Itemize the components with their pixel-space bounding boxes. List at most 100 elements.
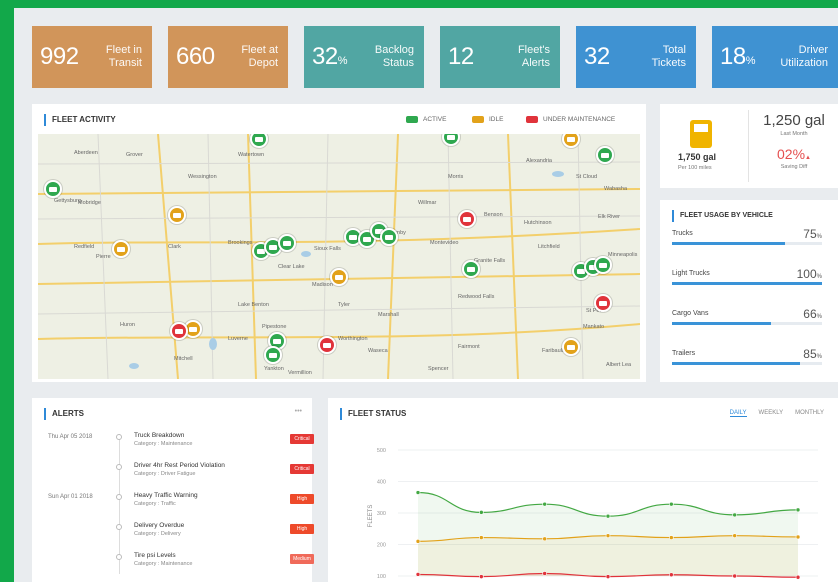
data-point[interactable] [415, 539, 421, 544]
data-point[interactable] [795, 534, 801, 540]
city-label: Mankato [583, 324, 605, 330]
city-label: Sioux Falls [314, 246, 341, 252]
kpi-value: 32 [584, 43, 610, 70]
usage-name: Trucks [672, 230, 693, 237]
data-point[interactable] [542, 536, 547, 542]
data-point[interactable] [479, 510, 484, 515]
data-point[interactable] [605, 513, 611, 519]
data-point[interactable] [795, 574, 801, 580]
city-label: Worthington [338, 336, 368, 342]
idle-truck-marker[interactable] [330, 268, 348, 286]
active-truck-marker[interactable] [278, 234, 296, 252]
usage-name: Cargo Vans [672, 310, 709, 317]
active-truck-marker[interactable] [596, 146, 614, 164]
more-icon[interactable]: ••• [295, 408, 302, 415]
legend-maintenance[interactable]: UNDER MAINTENANCE [526, 116, 615, 123]
data-point[interactable] [732, 533, 737, 538]
maintenance-truck-marker[interactable] [318, 336, 336, 354]
active-truck-marker[interactable] [380, 228, 398, 246]
idle-truck-marker[interactable] [168, 206, 186, 224]
data-point[interactable] [479, 574, 484, 579]
legend-label: IDLE [489, 116, 504, 123]
data-point[interactable] [732, 573, 737, 579]
usage-row-trucks: Trucks 75% [672, 227, 822, 245]
fleet-status-panel: FLEET STATUS DAILY WEEKLY MONTHLY 500 400… [328, 398, 838, 582]
alert-item[interactable]: Thu Apr 05 2018 Truck Breakdown Category… [32, 432, 322, 460]
kpi-fleet-alerts[interactable]: 12 Fleet's Alerts [440, 26, 560, 88]
maintenance-truck-marker[interactable] [458, 210, 476, 228]
kpi-total-tickets[interactable]: 32 Total Tickets [576, 26, 696, 88]
kpi-driver-utilization[interactable]: 18% Driver Utilization [712, 26, 838, 88]
data-point[interactable] [415, 490, 421, 495]
alert-category: Category : Traffic [134, 501, 176, 507]
city-label: Wessington [188, 174, 217, 180]
city-label: Spencer [428, 366, 449, 372]
alert-item[interactable]: Delivery Overdue Category : Delivery Hig… [32, 522, 322, 550]
city-label: Aberdeen [74, 150, 98, 156]
alert-title: Delivery Overdue [134, 522, 185, 529]
city-label: Fairmont [458, 344, 480, 350]
city-label: Luverne [228, 336, 248, 342]
city-label: Huron [120, 322, 135, 328]
alert-item[interactable]: Driver 4hr Rest Period Violation Categor… [32, 462, 322, 490]
legend-active[interactable]: ACTIVE [406, 116, 446, 123]
alert-title: Heavy Traffic Warning [134, 492, 198, 499]
city-label: Minneapolis [608, 252, 638, 258]
usage-row-trailers: Trailers 85% [672, 347, 822, 365]
dashboard-frame: 992 Fleet in Transit 660 Fleet at Depot … [14, 8, 838, 582]
fuel-saving-value: 02%▲ [777, 146, 811, 162]
city-label: Albert Lea [606, 362, 632, 368]
active-truck-marker[interactable] [594, 256, 612, 274]
y-tick-label: 400 [377, 480, 386, 486]
severity-badge: Critical [290, 464, 314, 474]
city-label: Willmar [418, 200, 437, 206]
data-point[interactable] [669, 535, 674, 540]
data-point[interactable] [669, 501, 674, 507]
active-truck-marker[interactable] [462, 260, 480, 278]
kpi-fleet-in-transit[interactable]: 992 Fleet in Transit [32, 26, 152, 88]
maintenance-truck-marker[interactable] [170, 322, 188, 340]
city-label: Clear Lake [278, 264, 305, 270]
usage-percent: 85% [803, 347, 822, 361]
data-point[interactable] [605, 574, 611, 579]
truck-icon [526, 116, 538, 123]
severity-badge: High [290, 524, 314, 534]
truck-icon [406, 116, 418, 123]
alert-category: Category : Delivery [134, 531, 181, 537]
city-label: Faribault [542, 348, 564, 354]
data-point[interactable] [542, 501, 547, 507]
usage-name: Trailers [672, 350, 696, 357]
kpi-value: 660 [176, 43, 215, 70]
data-point[interactable] [542, 571, 547, 576]
active-truck-marker[interactable] [264, 346, 282, 364]
kpi-label: Driver Utilization [780, 44, 828, 69]
alert-title: Driver 4hr Rest Period Violation [134, 462, 225, 469]
data-point[interactable] [732, 512, 737, 518]
data-point[interactable] [415, 572, 421, 577]
city-label: Lake Benton [238, 302, 269, 308]
fuel-saving-caption: Saving Diff [780, 164, 808, 170]
kpi-label: Fleet in Transit [105, 44, 142, 69]
y-tick-label: 100 [377, 574, 386, 580]
severity-badge: Medium [290, 554, 314, 564]
alert-date: Sun Apr 01 2018 [48, 494, 93, 500]
kpi-fleet-at-depot[interactable]: 660 Fleet at Depot [168, 26, 288, 88]
alert-item[interactable]: Sun Apr 01 2018 Heavy Traffic Warning Ca… [32, 492, 322, 520]
active-truck-marker[interactable] [44, 180, 62, 198]
city-label: Granite Falls [474, 258, 506, 264]
maintenance-truck-marker[interactable] [594, 294, 612, 312]
idle-truck-marker[interactable] [112, 240, 130, 258]
data-point[interactable] [795, 507, 801, 513]
kpi-value: 992 [40, 43, 79, 70]
city-label: Benson [484, 212, 503, 218]
alert-item[interactable]: Tire psi Levels Category : Maintenance M… [32, 552, 322, 580]
data-point[interactable] [479, 535, 484, 540]
legend-idle[interactable]: IDLE [472, 116, 503, 123]
fuel-last-value: 1,250 gal [763, 112, 825, 129]
fleet-map[interactable]: Aberdeen Grover Watertown Wessington Get… [38, 134, 640, 379]
kpi-backlog-status[interactable]: 32% Backlog Status [304, 26, 424, 88]
y-tick-label: 500 [377, 448, 386, 454]
idle-truck-marker[interactable] [562, 338, 580, 356]
data-point[interactable] [605, 533, 611, 538]
data-point[interactable] [669, 572, 674, 578]
